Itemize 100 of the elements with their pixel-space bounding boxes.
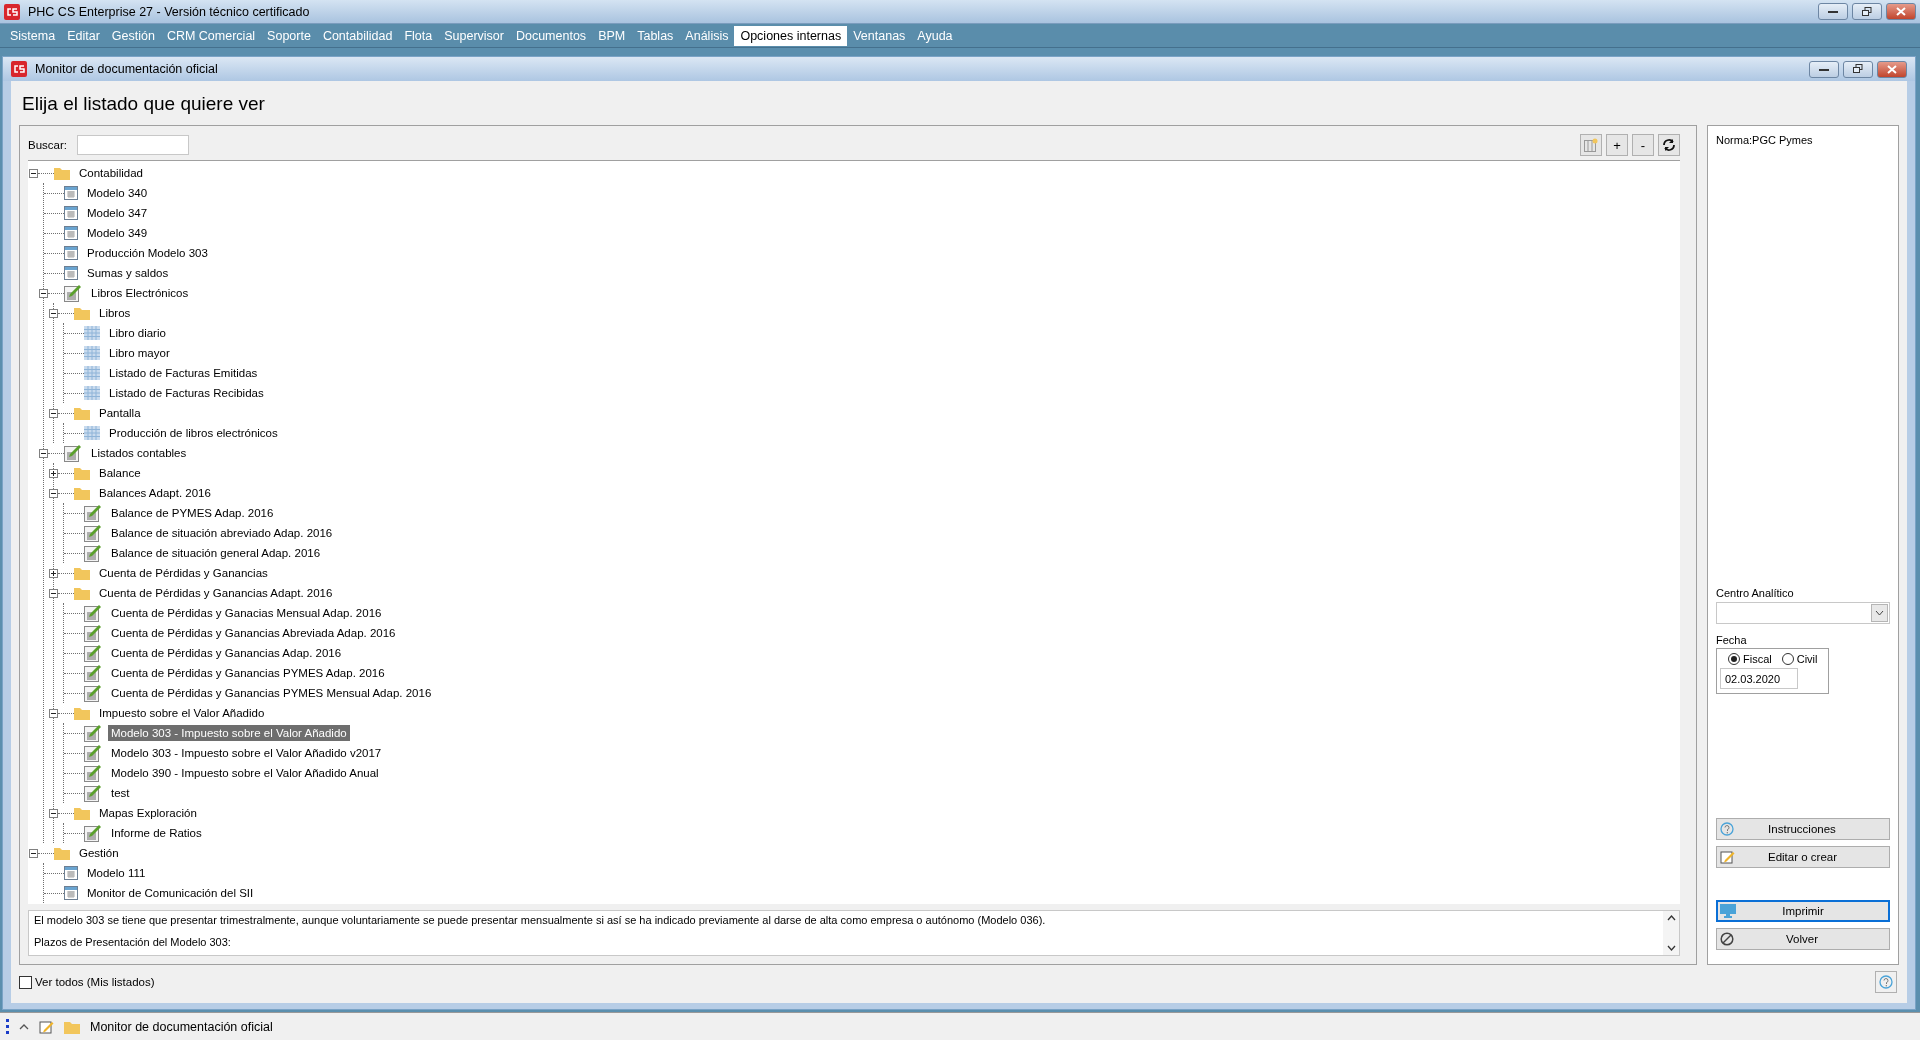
tree-item[interactable]: Gestión [76,845,122,861]
minimize-button[interactable] [1818,3,1848,20]
close-button[interactable] [1886,3,1916,20]
document-pencil-icon [84,784,102,802]
caret-up-icon[interactable] [19,1023,29,1030]
tree-item[interactable]: Balance [96,465,144,481]
tree-item[interactable]: Informe de Ratios [108,825,205,841]
document-pencil-icon [84,624,102,642]
chevron-down-icon [1875,610,1884,616]
tree-item[interactable]: Cuenta de Pérdidas y Ganacias Mensual Adap. 2016 [108,605,385,621]
menu-item[interactable]: Editar [61,25,106,46]
tree-item[interactable]: Modelo 347 [84,205,151,221]
menu-item[interactable]: Flota [398,25,439,46]
tree-item[interactable]: Modelo 390 - Impuesto sobre el Valor Añadido Anual [108,765,382,781]
tree-item[interactable]: Balances Adapt. 2016 [96,485,214,501]
menu-item[interactable]: Sistema [4,25,62,46]
date-field[interactable]: 02.03.2020 [1720,668,1798,689]
action-button[interactable]: Volver [1716,928,1890,950]
tree-item[interactable]: Libro diario [106,325,169,341]
toolbar-button[interactable]: + [1606,134,1628,156]
menu-item[interactable]: Opciones internas [734,25,848,46]
tree-item[interactable]: Modelo 303 - Impuesto sobre el Valor Añadido [108,725,350,741]
menu-item[interactable]: Análisis [679,25,735,46]
tree-item[interactable]: Cuenta de Pérdidas y Ganancias Abreviada Adap. 2016 [108,625,399,641]
tree-item[interactable]: Impuesto sobre el Valor Añadido [96,705,268,721]
menu-item[interactable]: Contabilidad [316,25,399,46]
action-button[interactable]: Editar o crear [1716,846,1890,868]
checkbox[interactable]: Ver todos (Mis listados) [19,975,155,989]
action-button[interactable]: Instrucciones [1716,818,1890,840]
scroll-up-icon[interactable] [1666,915,1676,921]
menu-item[interactable]: Ayuda [911,25,959,46]
tree-item[interactable]: Producción de libros electrónicos [106,425,281,441]
document-pencil-icon [84,824,102,842]
tree-item[interactable]: Modelo 349 [84,225,151,241]
restore-button[interactable] [1852,3,1882,20]
scroll-down-icon[interactable] [1666,945,1676,951]
page-heading: Elija el listado que quiere ver [22,93,266,115]
restore-icon [1853,64,1863,74]
restore-button[interactable] [1843,60,1873,78]
collapse-toggle[interactable] [49,408,58,418]
search-field[interactable] [77,135,189,155]
expand-toggle[interactable] [49,568,58,578]
taskbar-item[interactable]: Monitor de documentación oficial [90,1019,273,1034]
document-pencil-icon [84,684,102,702]
tree-item[interactable]: Listado de Facturas Emitidas [106,365,261,381]
tree-item[interactable]: Balance de situación abreviado Adap. 2016 [108,525,336,541]
document-pencil-icon [64,284,82,302]
action-button[interactable]: Imprimir [1716,900,1890,922]
menu-item[interactable]: Gestión [105,25,161,46]
collapse-toggle[interactable] [39,288,48,298]
tree-item[interactable]: Libro mayor [106,345,173,361]
menu-item[interactable]: CRM Comercial [160,25,262,46]
menu-item[interactable]: Documentos [509,25,593,46]
tree-item[interactable]: Cuenta de Pérdidas y Ganancias PYMES Mensual Adap. 2016 [108,685,435,701]
collapse-toggle[interactable] [49,488,58,498]
tree-item[interactable]: Cuenta de Pérdidas y Ganancias Adap. 2016 [108,645,345,661]
tree-item[interactable]: Cuenta de Pérdidas y Ganancias Adapt. 2016 [96,585,336,601]
toolbar-button[interactable]: - [1632,134,1654,156]
tree-item[interactable]: Cuenta de Pérdidas y Ganancias PYMES Adap. 2016 [108,665,388,681]
collapse-toggle[interactable] [39,448,48,458]
tree-item[interactable]: Libros [96,305,134,321]
minimize-button[interactable] [1809,60,1839,78]
tree-item[interactable]: Monitor de Comunicación del SII [84,885,257,901]
collapse-toggle[interactable] [49,708,58,718]
radio-option[interactable]: Fiscal [1728,653,1772,665]
menu-item[interactable]: BPM [592,25,632,46]
tree-item[interactable]: Cuenta de Pérdidas y Ganancias [96,565,271,581]
tree-item[interactable]: Contabilidad [76,165,146,181]
description-text: Plazos de Presentación del Modelo 303: [34,936,232,948]
tree-item[interactable]: Libros Electrónicos [88,285,192,301]
folder-icon [74,406,90,420]
tree-item[interactable]: Listado de Facturas Recibidas [106,385,267,401]
tree-item[interactable]: Producción Modelo 303 [84,245,211,261]
tree-item[interactable]: Pantalla [96,405,144,421]
collapse-toggle[interactable] [49,808,58,818]
tree-item[interactable]: Listados contables [88,445,190,461]
form-icon [64,246,78,260]
dropdown-button[interactable] [1871,604,1888,622]
expand-toggle[interactable] [49,468,58,478]
menu-item[interactable]: Soporte [261,25,317,46]
tree-item[interactable]: Sumas y saldos [84,265,172,281]
tree-item[interactable]: Modelo 303 - Impuesto sobre el Valor Añadido v2017 [108,745,385,761]
tree-item[interactable]: test [108,785,133,801]
menu-item[interactable]: Ventanas [847,25,912,46]
collapse-toggle[interactable] [49,588,58,598]
tree-item[interactable]: Modelo 111 [84,865,149,881]
refresh-button[interactable] [1658,134,1680,156]
tree-item[interactable]: Balance de situación general Adap. 2016 [108,545,324,561]
collapse-toggle[interactable] [29,848,38,858]
close-button[interactable] [1877,60,1907,78]
tree-item[interactable]: Modelo 340 [84,185,151,201]
table-grid-icon [84,366,100,380]
tree-item[interactable]: Mapas Exploración [96,805,200,821]
collapse-toggle[interactable] [29,168,38,178]
collapse-toggle[interactable] [49,308,58,318]
radio-option[interactable]: Civil [1781,653,1818,665]
menu-item[interactable]: Tablas [631,25,680,46]
menu-item[interactable]: Supervisor [438,25,510,46]
document-pencil-icon [84,604,102,622]
tree-item[interactable]: Balance de PYMES Adap. 2016 [108,505,277,521]
